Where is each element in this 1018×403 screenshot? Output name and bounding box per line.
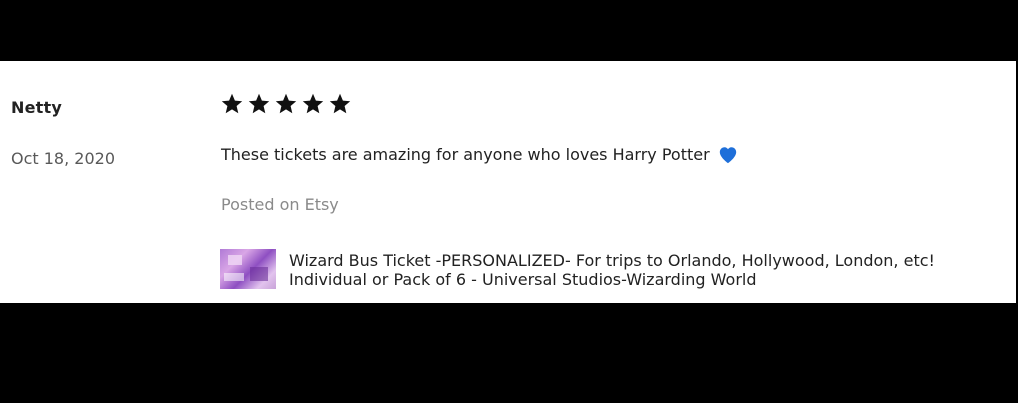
- posted-on-etsy: Posted on Etsy: [221, 195, 339, 214]
- star-icon: [221, 93, 243, 114]
- star-icon: [329, 93, 351, 114]
- blue-heart-icon: [719, 146, 736, 163]
- listing-thumbnail[interactable]: [220, 249, 276, 289]
- listing-title-line2: Individual or Pack of 6 - Universal Stud…: [289, 270, 757, 289]
- reviewer-name[interactable]: Netty: [11, 98, 62, 117]
- star-icon: [248, 93, 270, 114]
- listing-link[interactable]: Wizard Bus Ticket -PERSONALIZED- For tri…: [220, 249, 989, 289]
- review-card: Netty Oct 18, 2020 These tickets are ama…: [0, 61, 1016, 303]
- listing-title-line1: Wizard Bus Ticket -PERSONALIZED- For tri…: [289, 251, 935, 270]
- star-icon: [275, 93, 297, 114]
- review-text-content: These tickets are amazing for anyone who…: [221, 145, 710, 164]
- review-text: These tickets are amazing for anyone who…: [221, 145, 738, 164]
- star-icon: [302, 93, 324, 114]
- listing-title[interactable]: Wizard Bus Ticket -PERSONALIZED- For tri…: [289, 251, 989, 289]
- star-rating: [220, 92, 352, 116]
- review-date: Oct 18, 2020: [11, 149, 115, 168]
